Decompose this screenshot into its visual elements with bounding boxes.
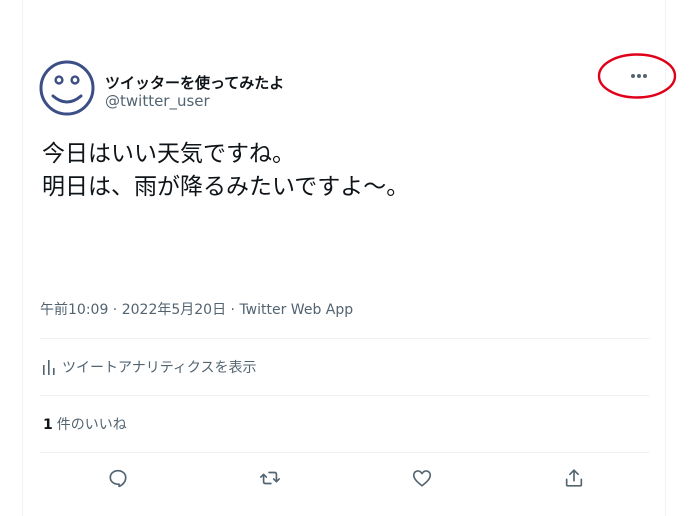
retweet-icon (260, 471, 280, 485)
frame-right-border (665, 0, 666, 516)
meta-separator: · (226, 302, 240, 318)
analytics-label: ツイートアナリティクスを表示 (62, 360, 257, 376)
analytics-bars-icon (43, 360, 55, 375)
more-options-button[interactable] (624, 66, 654, 86)
tweet-time-link[interactable]: 午前10:09 (40, 302, 108, 318)
tweet-text: 今日はいい天気ですね。 明日は、雨が降るみたいですよ〜。 (42, 138, 409, 204)
divider (40, 452, 650, 453)
tweet-text-line: 今日はいい天気ですね。 (42, 141, 295, 167)
reply-button[interactable] (106, 466, 130, 490)
likes-count-link[interactable]: 1 件のいいね (43, 414, 127, 434)
reply-icon (109, 469, 127, 488)
view-analytics-link[interactable]: ツイートアナリティクスを表示 (42, 357, 256, 377)
divider (40, 395, 650, 396)
likes-label: 件のいいね (56, 417, 127, 433)
user-handle[interactable]: @twitter_user (105, 92, 210, 110)
retweet-button[interactable] (258, 466, 282, 490)
tweet-text-line: 明日は、雨が降るみたいですよ〜。 (42, 174, 410, 200)
tweet-date-link[interactable]: 2022年5月20日 (122, 302, 226, 318)
heart-icon (412, 470, 432, 487)
smiley-avatar-icon (39, 60, 95, 116)
divider (40, 338, 650, 339)
likes-count: 1 (43, 417, 53, 433)
frame-left-border (22, 0, 23, 516)
more-dots-icon (631, 74, 647, 78)
meta-separator: · (108, 302, 122, 318)
share-button[interactable] (562, 466, 586, 490)
tweet-metadata: 午前10:09 · 2022年5月20日 · Twitter Web App (40, 301, 353, 319)
avatar[interactable] (39, 60, 95, 116)
share-icon (565, 469, 583, 487)
display-name[interactable]: ツイッターを使ってみたよ (105, 74, 284, 92)
tweet-source-link[interactable]: Twitter Web App (239, 302, 353, 318)
like-button[interactable] (410, 466, 434, 490)
